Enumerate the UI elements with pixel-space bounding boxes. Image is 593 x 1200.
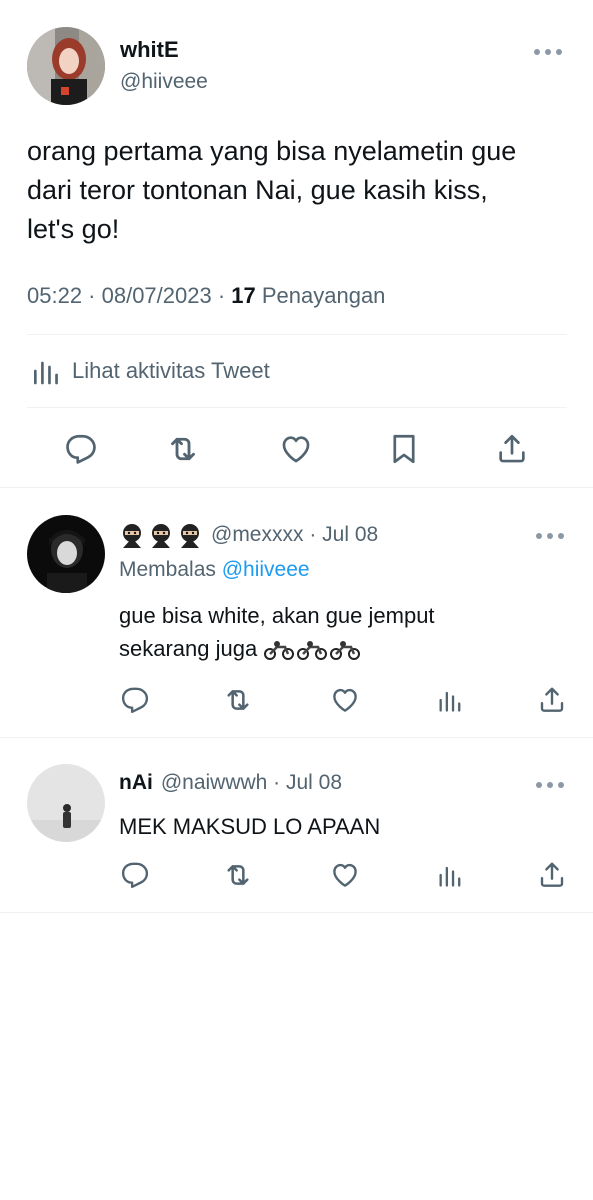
views-icon[interactable] xyxy=(434,684,466,716)
tweet-text: orang pertama yang bisa nyelametin gue d… xyxy=(27,136,517,244)
reply-header: nAi @naiwwwh · Jul 08 xyxy=(119,771,342,795)
divider xyxy=(27,334,567,335)
share-icon[interactable] xyxy=(493,430,531,468)
replying-prefix: Membalas xyxy=(119,558,222,581)
reply-header: @mexxxx · Jul 08 xyxy=(119,522,378,548)
reply-handle[interactable]: @mexxxx · Jul 08 xyxy=(211,523,378,547)
views-count: 17 xyxy=(231,283,256,308)
reply-icon[interactable] xyxy=(62,430,100,468)
bookmark-icon[interactable] xyxy=(385,430,423,468)
like-icon[interactable] xyxy=(329,684,361,716)
more-icon[interactable] xyxy=(536,530,568,540)
retweet-icon[interactable] xyxy=(164,430,202,468)
tweet-meta: 05:22 · 08/07/2023 · 17 Penayangan xyxy=(27,283,385,309)
author-handle[interactable]: @hiiveee xyxy=(120,70,208,94)
retweet-icon[interactable] xyxy=(222,859,254,891)
avatar[interactable] xyxy=(27,764,105,842)
reply-tweet[interactable]: @mexxxx · Jul 08 Membalas @hiiveee gue b… xyxy=(0,488,593,738)
tweet-timestamp[interactable]: 05:22 · 08/07/2023 · xyxy=(27,283,231,308)
divider xyxy=(27,407,567,408)
reply-handle[interactable]: @naiwwwh · Jul 08 xyxy=(161,771,342,795)
tweet-activity-link[interactable]: Lihat aktivitas Tweet xyxy=(30,354,270,388)
reply-author-name[interactable]: nAi xyxy=(119,771,153,795)
retweet-icon[interactable] xyxy=(222,684,254,716)
share-icon[interactable] xyxy=(536,859,568,891)
author-name[interactable]: whitE xyxy=(120,37,179,63)
reply-text: gue bisa white, akan gue jemput sekarang… xyxy=(119,599,559,665)
reply-icon[interactable] xyxy=(119,684,151,716)
replying-to: Membalas @hiiveee xyxy=(119,558,310,582)
share-icon[interactable] xyxy=(536,684,568,716)
like-icon[interactable] xyxy=(277,430,315,468)
replying-to-link[interactable]: @hiiveee xyxy=(222,558,310,582)
avatar[interactable] xyxy=(27,515,105,593)
author-avatar[interactable] xyxy=(27,27,105,105)
main-tweet: whitE @hiiveee orang pertama yang bisa n… xyxy=(0,0,593,488)
ninja-emoji xyxy=(119,522,203,548)
views-icon xyxy=(30,354,62,388)
reply-text: MEK MAKSUD LO APAAN xyxy=(119,814,381,839)
more-icon[interactable] xyxy=(536,779,568,789)
reply-icon[interactable] xyxy=(119,859,151,891)
motorcycle-emoji xyxy=(263,640,361,660)
more-icon[interactable] xyxy=(534,46,566,56)
activity-label: Lihat aktivitas Tweet xyxy=(72,358,270,383)
reply-tweet[interactable]: nAi @naiwwwh · Jul 08 MEK MAKSUD LO APAA… xyxy=(0,738,593,913)
like-icon[interactable] xyxy=(329,859,361,891)
views-label: Penayangan xyxy=(255,283,386,308)
views-icon[interactable] xyxy=(434,859,466,891)
